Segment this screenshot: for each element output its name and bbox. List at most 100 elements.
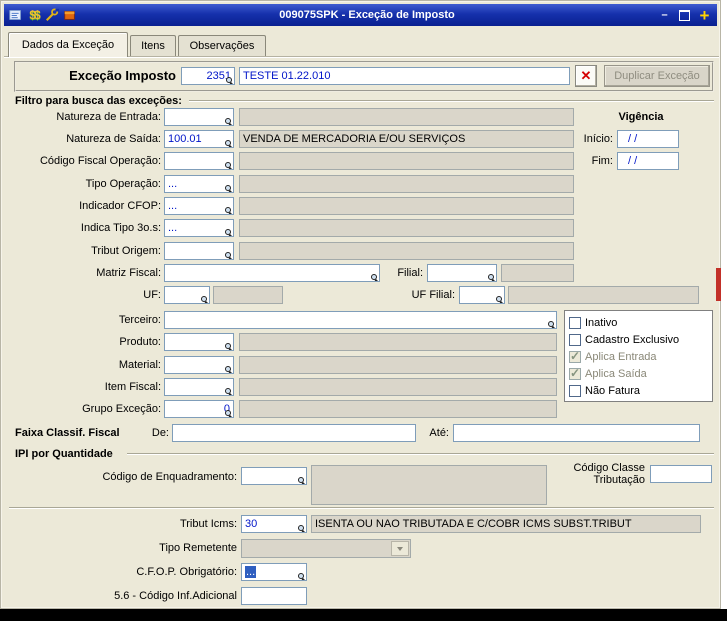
- vigencia-fim-input[interactable]: / /: [617, 152, 679, 170]
- produto-desc: [239, 333, 557, 351]
- tribut-origem-input[interactable]: [164, 242, 234, 260]
- tab-observacoes[interactable]: Observações: [178, 35, 266, 57]
- checkbox-aplica-saida[interactable]: Aplica Saída: [569, 365, 712, 382]
- checkbox-label: Cadastro Exclusivo: [585, 333, 680, 346]
- classe-tributacao-input[interactable]: [650, 465, 712, 483]
- lookup-icon: [488, 274, 496, 281]
- tribut-icms-label: Tribut Icms:: [179, 518, 237, 530]
- natureza-entrada-desc: [239, 108, 574, 126]
- lookup-icon: [225, 162, 233, 169]
- lookup-icon: [548, 321, 556, 328]
- excecao-imposto-label: Exceção Imposto: [69, 68, 176, 83]
- tab-itens[interactable]: Itens: [130, 35, 176, 57]
- lookup-icon: [225, 207, 233, 214]
- vigencia-inicio-input[interactable]: / /: [617, 130, 679, 148]
- indicador-cfop-input[interactable]: ...: [164, 197, 234, 215]
- lookup-icon: [496, 296, 504, 303]
- tribut-origem-desc: [239, 242, 574, 260]
- minimize-button[interactable]: –: [656, 8, 673, 23]
- chevron-down-icon[interactable]: [391, 541, 409, 556]
- close-button[interactable]: +: [696, 7, 713, 24]
- tipo-operacao-input[interactable]: ...: [164, 175, 234, 193]
- package-icon[interactable]: [62, 7, 78, 23]
- faixa-de-input[interactable]: [172, 424, 416, 442]
- uf-desc: [213, 286, 283, 304]
- enquadramento-input[interactable]: [241, 467, 307, 485]
- lookup-icon: [298, 573, 306, 580]
- classe-tributacao-label: Código Classe Tributação: [573, 462, 645, 486]
- natureza-entrada-input[interactable]: [164, 108, 234, 126]
- filial-input[interactable]: [427, 264, 497, 282]
- tribut-icms-input[interactable]: 30: [241, 515, 307, 533]
- checkbox-icon: [569, 349, 581, 363]
- uf-input[interactable]: [164, 286, 210, 304]
- lookup-icon: [225, 185, 233, 192]
- natureza-saida-label: Natureza de Saída:: [66, 133, 161, 145]
- ipi-title: IPI por Quantidade: [15, 448, 113, 460]
- uf-label: UF:: [143, 289, 161, 301]
- uf-filial-label: UF Filial:: [411, 289, 455, 301]
- filtro-section-line: [189, 100, 714, 102]
- tab-dados-da-excecao[interactable]: Dados da Exceção: [8, 32, 128, 57]
- indica-tipo-3os-label: Indica Tipo 3o.s:: [80, 222, 161, 234]
- natureza-entrada-label: Natureza de Entrada:: [56, 111, 161, 123]
- uf-filial-input[interactable]: [459, 286, 505, 304]
- uf-filial-desc: [508, 286, 699, 304]
- material-input[interactable]: [164, 356, 234, 374]
- lookup-icon: [225, 118, 233, 125]
- money-icon[interactable]: $$: [26, 7, 42, 23]
- codigo-fiscal-input[interactable]: [164, 152, 234, 170]
- faixa-de-label: De:: [151, 427, 169, 439]
- lookup-icon: [225, 252, 233, 259]
- item-fiscal-input[interactable]: [164, 378, 234, 396]
- section-separator: [9, 507, 714, 509]
- natureza-saida-desc: VENDA DE MERCADORIA E/OU SERVIÇOS: [239, 130, 574, 148]
- indicador-cfop-desc: [239, 197, 574, 215]
- duplicar-excecao-button[interactable]: Duplicar Exceção: [604, 65, 710, 87]
- titlebar-icons: $$: [8, 7, 78, 23]
- titlebar[interactable]: $$ 009075SPK - Exceção de Imposto – +: [4, 4, 717, 26]
- matriz-fiscal-input[interactable]: [164, 264, 380, 282]
- wrench-icon[interactable]: [44, 7, 60, 23]
- excecao-codigo-input[interactable]: 2351: [181, 67, 235, 85]
- faixa-ate-input[interactable]: [453, 424, 700, 442]
- checkbox-icon: [569, 316, 581, 329]
- codigo-fiscal-label: Código Fiscal Operação:: [39, 155, 161, 167]
- material-desc: [239, 356, 557, 374]
- app-window: $$ 009075SPK - Exceção de Imposto – + Da…: [0, 0, 721, 609]
- checkbox-cadastro-exclusivo[interactable]: Cadastro Exclusivo: [569, 331, 712, 348]
- matriz-fiscal-label: Matriz Fiscal:: [96, 267, 161, 279]
- cfop-obrigatorio-input[interactable]: ...: [241, 563, 307, 581]
- lookup-icon: [298, 525, 306, 532]
- indica-tipo-3os-desc: [239, 219, 574, 237]
- checkbox-inativo[interactable]: Inativo: [569, 314, 712, 331]
- window-title: 009075SPK - Exceção de Imposto: [279, 9, 455, 21]
- produto-input[interactable]: [164, 333, 234, 351]
- checkbox-icon: [569, 333, 581, 346]
- grupo-excecao-desc: [239, 400, 557, 418]
- grupo-excecao-label: Grupo Exceção:: [82, 403, 161, 415]
- faixa-ate-label: Até:: [429, 427, 449, 439]
- delete-button[interactable]: ✕: [575, 65, 597, 87]
- terceiro-input[interactable]: [164, 311, 557, 329]
- lookup-icon: [225, 366, 233, 373]
- natureza-saida-input[interactable]: 100.01: [164, 130, 234, 148]
- maximize-button[interactable]: [676, 8, 693, 23]
- checkbox-nao-fatura[interactable]: Não Fatura: [569, 382, 712, 399]
- enquadramento-desc: [311, 465, 547, 505]
- grupo-excecao-input[interactable]: 0: [164, 400, 234, 418]
- lookup-icon: [225, 410, 233, 417]
- form-icon[interactable]: [8, 7, 24, 23]
- checkbox-icon: [569, 384, 581, 397]
- indica-tipo-3os-input[interactable]: ...: [164, 219, 234, 237]
- tipo-operacao-desc: [239, 175, 574, 193]
- checkbox-label: Não Fatura: [585, 384, 641, 397]
- tipo-remetente-select[interactable]: [241, 539, 411, 558]
- checkbox-label: Aplica Entrada: [585, 350, 657, 363]
- cod-inf-adicional-input[interactable]: [241, 587, 307, 605]
- excecao-descricao-input[interactable]: TESTE 01.22.010: [239, 67, 570, 85]
- vigencia-fim-label: Fim:: [591, 155, 613, 167]
- maximize-icon: [679, 9, 690, 21]
- vigencia-inicio-label: Início:: [583, 133, 613, 145]
- checkbox-aplica-entrada[interactable]: Aplica Entrada: [569, 348, 712, 365]
